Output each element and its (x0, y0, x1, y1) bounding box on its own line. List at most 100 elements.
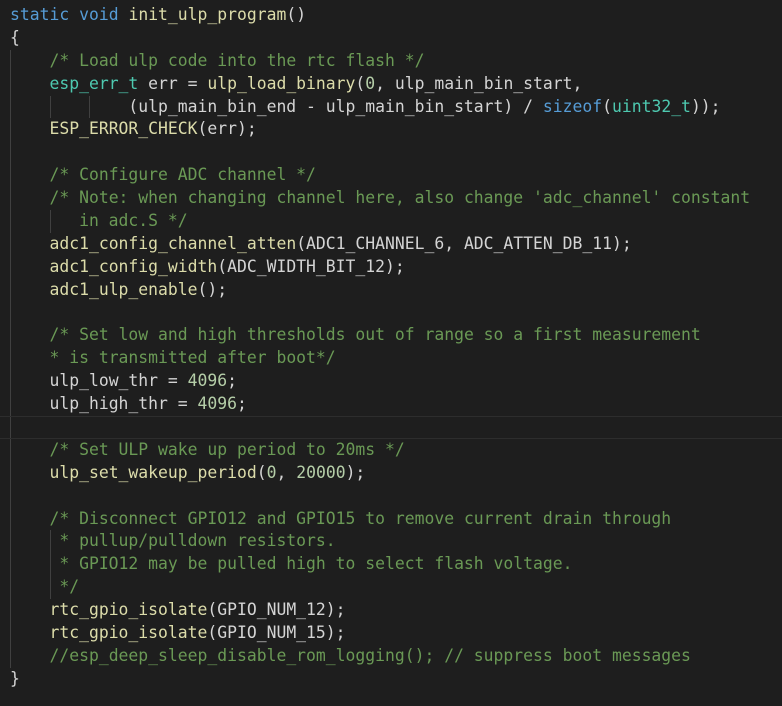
code-line[interactable]: /* Load ulp code into the rtc flash */ (0, 49, 782, 73)
code-line[interactable] (0, 301, 782, 325)
code-line[interactable]: static void init_ulp_program() (0, 4, 782, 27)
code-token: //esp_deep_sleep_disable_rom_logging(); … (49, 645, 691, 665)
code-line[interactable]: ESP_ERROR_CHECK(err); (0, 118, 782, 142)
indent-guide (10, 118, 11, 142)
code-line[interactable]: in adc.S */ (0, 210, 782, 233)
code-line[interactable]: /* Set low and high thresholds out of ra… (0, 324, 782, 348)
code-token: 0 (365, 73, 376, 93)
code-line[interactable]: ulp_set_wakeup_period(0, 20000); (0, 461, 782, 485)
indent-guide (49, 576, 51, 600)
code-token: 4096 (187, 371, 228, 391)
code-line[interactable]: rtc_gpio_isolate(GPIO_NUM_15); (0, 622, 782, 645)
code-token: 20000 (296, 462, 346, 482)
indent-guide (10, 644, 11, 668)
code-line[interactable]: rtc_gpio_isolate(GPIO_NUM_12); (0, 599, 782, 623)
code-token: ulp_load_binary (207, 73, 356, 93)
code-line[interactable]: adc1_config_channel_atten(ADC1_CHANNEL_6… (0, 232, 782, 256)
code-line[interactable]: { (0, 27, 782, 50)
indent-guide (10, 164, 11, 188)
code-token: /* Set ULP wake up period to 20ms */ (49, 439, 405, 459)
code-token: adc1_ulp_enable (49, 279, 198, 299)
code-token: (GPIO_NUM_15); (207, 623, 346, 643)
code-token: ulp_set_wakeup_period (49, 462, 257, 482)
indent-guide (10, 95, 11, 119)
code-line[interactable]: esp_err_t err = ulp_load_binary(0, ulp_m… (0, 72, 782, 96)
code-line[interactable]: ulp_low_thr = 4096; (0, 370, 782, 394)
code-token: adc1_config_channel_atten (49, 233, 297, 253)
code-token: /* Set low and high thresholds out of ra… (49, 325, 701, 345)
code-token: /* Note: when changing channel here, als… (49, 188, 751, 208)
code-line[interactable]: /* Note: when changing channel here, als… (0, 187, 782, 211)
code-line[interactable]: adc1_config_width(ADC_WIDTH_BIT_12); (0, 255, 782, 279)
code-token: ( (256, 462, 267, 482)
code-line[interactable]: /* Configure ADC channel */ (0, 164, 782, 188)
code-line[interactable]: //esp_deep_sleep_disable_rom_logging(); … (0, 644, 782, 668)
code-token: ( (602, 96, 612, 116)
code-token: * GPIO12 may be pulled high to select fl… (59, 554, 573, 574)
code-line[interactable] (0, 416, 782, 439)
indent-guide (10, 210, 11, 233)
code-token: { (10, 27, 20, 47)
code-token: ESP_ERROR_CHECK (49, 119, 198, 139)
code-token: err = (138, 73, 208, 93)
code-token: /* Configure ADC channel */ (49, 165, 316, 185)
code-token: ; (237, 394, 247, 414)
code-token: adc1_config_width (49, 256, 218, 276)
code-line[interactable]: /* Set ULP wake up period to 20ms */ (0, 438, 782, 462)
code-token: ; (227, 371, 237, 391)
indent-guide (10, 49, 11, 73)
code-token: )); (690, 96, 721, 116)
indent-guide (10, 72, 11, 96)
code-token: rtc_gpio_isolate (49, 623, 208, 643)
code-token: static (10, 5, 70, 24)
code-line[interactable]: ulp_high_thr = 4096; (0, 393, 782, 417)
code-token: ulp_low_thr = (49, 371, 188, 391)
code-token: (); (197, 279, 228, 299)
code-line[interactable] (0, 141, 782, 165)
code-line[interactable]: * GPIO12 may be pulled high to select fl… (0, 553, 782, 577)
code-token: () (286, 5, 307, 24)
code-line[interactable]: (ulp_main_bin_end - ulp_main_bin_start) … (0, 95, 782, 119)
indent-guide (49, 530, 51, 554)
code-line[interactable]: * pullup/pulldown resistors. (0, 530, 782, 554)
code-token: rtc_gpio_isolate (49, 600, 208, 620)
code-line[interactable]: */ (0, 576, 782, 600)
indent-guide (10, 278, 11, 302)
code-line[interactable]: * is transmitted after boot*/ (0, 347, 782, 371)
code-editor[interactable]: static void init_ulp_program(){ /* Load … (0, 4, 782, 704)
code-token: 4096 (197, 394, 237, 414)
code-token: /* Load ulp code into the rtc flash */ (49, 50, 425, 70)
code-line[interactable] (0, 484, 782, 508)
code-token: (err); (197, 119, 257, 139)
indent-guide (10, 187, 11, 211)
indent-guide (10, 393, 11, 417)
indent-guide (10, 553, 11, 577)
code-token: } (10, 668, 20, 688)
code-token: (ADC1_CHANNEL_6, ADC_ATTEN_DB_11); (296, 233, 632, 253)
code-line[interactable]: adc1_ulp_enable(); (0, 278, 782, 302)
code-line[interactable]: } (0, 668, 782, 691)
code-token: sizeof (542, 96, 603, 116)
code-line[interactable]: /* Disconnect GPIO12 and GPIO15 to remov… (0, 507, 782, 531)
indent-guide (10, 141, 11, 165)
indent-guide (10, 576, 11, 600)
code-token: 0 (266, 462, 277, 482)
indent-guide (10, 255, 11, 279)
indent-guide (10, 347, 11, 371)
